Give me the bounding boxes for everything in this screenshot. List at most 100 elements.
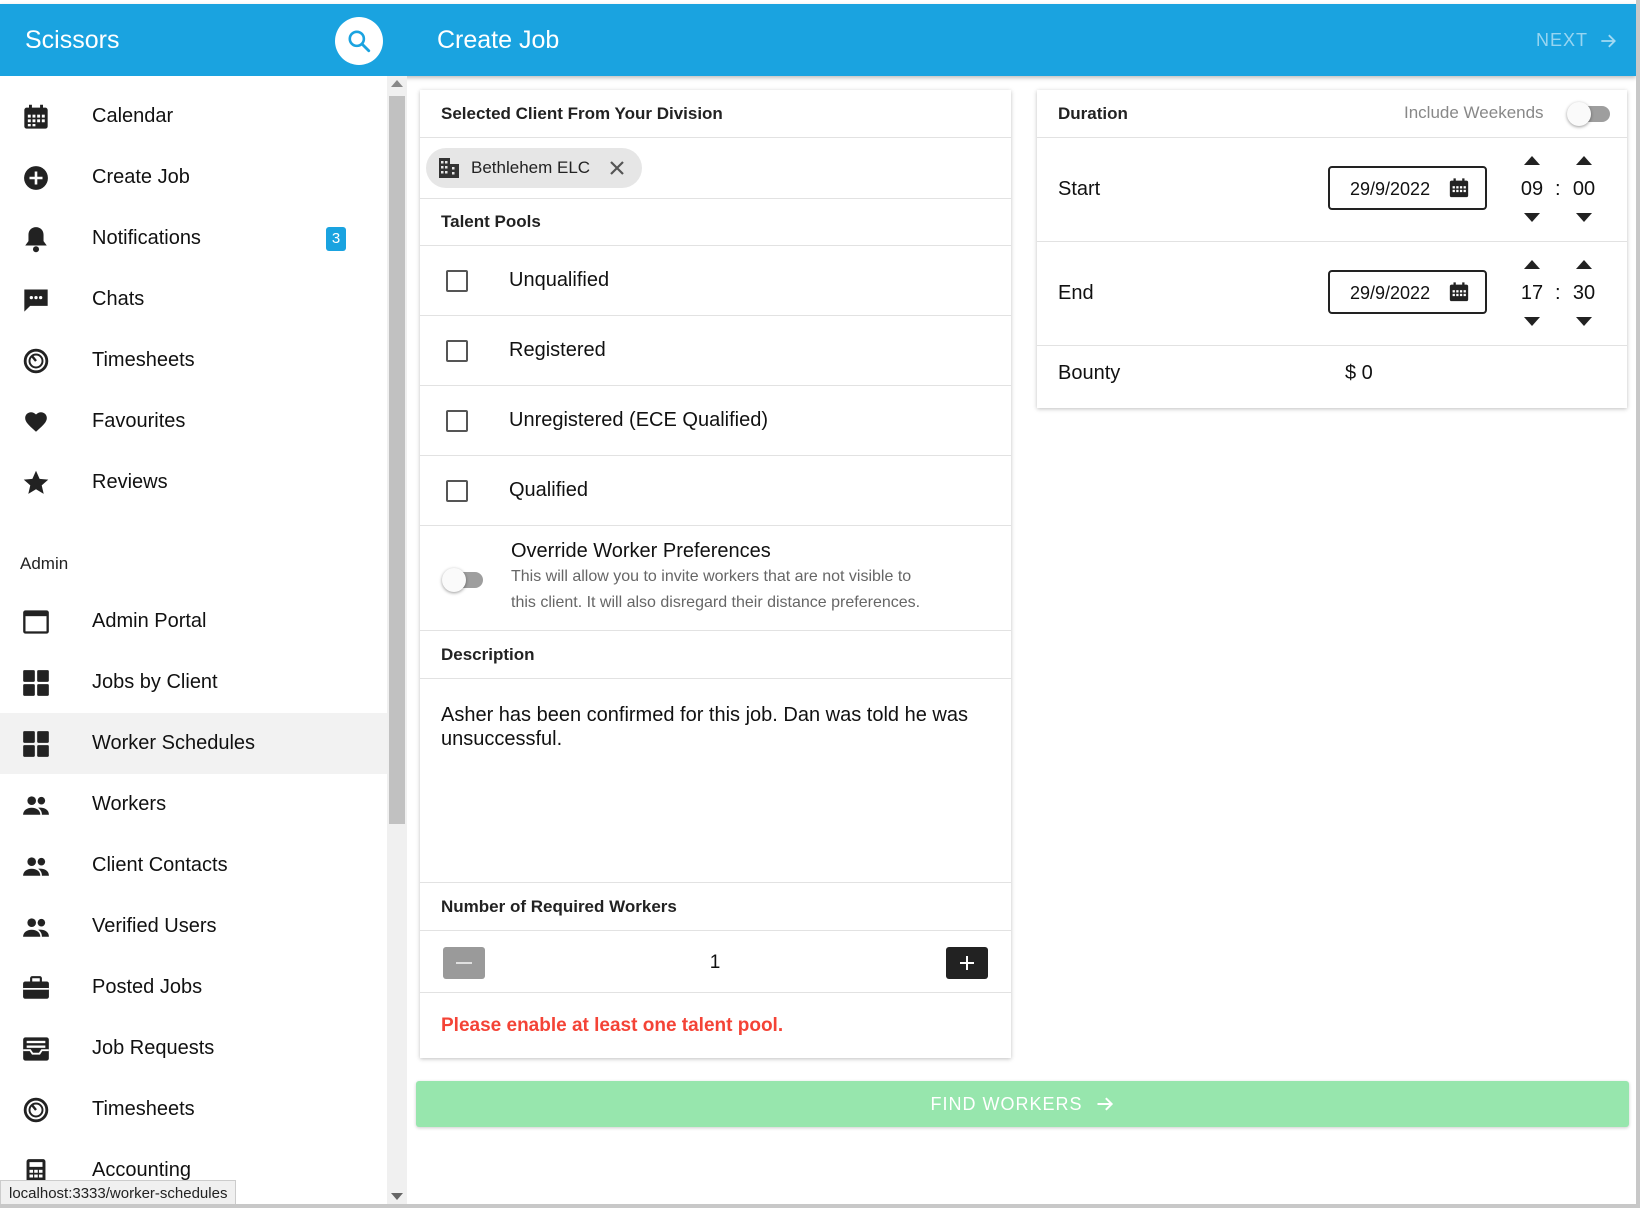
time-separator: : [1555,282,1561,304]
close-icon[interactable] [609,160,625,176]
end-hour[interactable]: 17 [1517,282,1547,305]
search-icon [348,30,371,53]
sidebar-item-job-requests[interactable]: Job Requests [0,1018,387,1079]
sidebar-item-verified-users[interactable]: Verified Users [0,896,387,957]
minus-icon [456,962,472,964]
heart-icon [22,408,50,436]
checkbox-registered[interactable] [446,340,468,362]
talent-pool-label: Unqualified [509,269,610,291]
sidebar-item-chats[interactable]: Chats [0,269,387,330]
end-min-down-icon[interactable] [1576,317,1592,326]
plus-icon [960,956,974,970]
client-chip-row: Bethlehem ELC [420,138,1011,199]
talent-pool-row[interactable]: Unregistered (ECE Qualified) [420,386,1011,456]
start-row: Start 29/9/2022 09 : 00 [1037,138,1627,242]
bounty-value[interactable]: $ 0 [1345,362,1373,385]
sidebar-item-label: Timesheets [92,349,195,371]
window-edge [1636,0,1640,1208]
building-icon [439,158,459,178]
talent-pool-row[interactable]: Qualified [420,456,1011,526]
scroll-down-icon[interactable] [391,1193,403,1200]
sidebar-item-label: Favourites [92,410,186,432]
sidebar-item-timesheets-admin[interactable]: Timesheets [0,1079,387,1140]
description-header-row: Description [420,631,1011,679]
timer-icon [22,347,50,375]
sidebar-item-label: Admin Portal [92,610,207,632]
start-minute[interactable]: 00 [1569,178,1599,201]
end-minute[interactable]: 30 [1569,282,1599,305]
start-hour-up-icon[interactable] [1524,156,1540,165]
end-row: End 29/9/2022 17 : 30 [1037,242,1627,346]
end-hour-down-icon[interactable] [1524,317,1540,326]
start-min-up-icon[interactable] [1576,156,1592,165]
override-desc-line-1: This will allow you to invite workers th… [511,568,912,585]
calendar-icon[interactable] [1448,177,1470,199]
start-hour-down-icon[interactable] [1524,213,1540,222]
override-toggle-knob[interactable] [442,568,466,592]
sidebar-item-workers[interactable]: Workers [0,774,387,835]
sidebar-item-worker-schedules[interactable]: Worker Schedules [0,713,387,774]
calendar-icon[interactable] [1448,281,1470,303]
search-button[interactable] [335,17,383,65]
sidebar-item-create-job[interactable]: Create Job [0,147,387,208]
next-button[interactable]: NEXT [1536,30,1618,51]
talent-pool-label: Qualified [509,479,588,501]
checkbox-unregistered[interactable] [446,410,468,432]
client-chip[interactable]: Bethlehem ELC [426,148,642,188]
sidebar-item-client-contacts[interactable]: Client Contacts [0,835,387,896]
checkbox-unqualified[interactable] [446,270,468,292]
sidebar-item-jobs-by-client[interactable]: Jobs by Client [0,652,387,713]
talent-pool-row[interactable]: Registered [420,316,1011,386]
star-icon [22,469,50,497]
start-date-field[interactable]: 29/9/2022 [1328,166,1487,210]
sidebar-item-label: Accounting [92,1159,191,1181]
sidebar-item-admin-portal[interactable]: Admin Portal [0,591,387,652]
sidebar-item-calendar[interactable]: Calendar [0,86,387,147]
bounty-label: Bounty [1058,362,1121,384]
add-circle-icon [22,164,50,192]
end-label: End [1058,282,1094,304]
sidebar-item-posted-jobs[interactable]: Posted Jobs [0,957,387,1018]
sidebar-item-label: Jobs by Client [92,671,218,693]
sidebar-item-reviews[interactable]: Reviews [0,452,387,513]
timer-icon [22,1096,50,1124]
sidebar-item-timesheets[interactable]: Timesheets [0,330,387,391]
increment-button[interactable] [946,947,988,979]
sidebar-item-notifications[interactable]: Notifications 3 [0,208,387,269]
start-hour[interactable]: 09 [1517,178,1547,201]
client-header-row: Selected Client From Your Division [420,90,1011,138]
include-weekends-toggle-knob[interactable] [1567,102,1591,126]
end-hour-up-icon[interactable] [1524,260,1540,269]
people-icon [22,913,50,941]
duration-card: Duration Include Weekends Start 29/9/202… [1037,90,1627,408]
end-date-field[interactable]: 29/9/2022 [1328,270,1487,314]
sidebar-item-favourites[interactable]: Favourites [0,391,387,452]
find-workers-label: FIND WORKERS [930,1093,1083,1114]
start-min-down-icon[interactable] [1576,213,1592,222]
sidebar-item-label: Calendar [92,105,174,127]
job-form-card: Selected Client From Your Division Bethl… [420,90,1011,1058]
override-desc-line-2: this client. It will also disregard thei… [511,594,921,611]
sidebar-item-label: Reviews [92,471,168,493]
briefcase-icon [22,974,50,1002]
decrement-button[interactable] [443,947,485,979]
people-icon [22,852,50,880]
sidebar-item-label: Job Requests [92,1037,215,1059]
talent-pool-label: Registered [509,339,606,361]
end-min-up-icon[interactable] [1576,260,1592,269]
include-weekends-label: Include Weekends [1404,103,1544,122]
talent-pools-header: Talent Pools [441,212,541,231]
people-icon [22,791,50,819]
sidebar: Calendar Create Job Notifications 3 Chat… [0,76,387,1204]
checkbox-qualified[interactable] [446,480,468,502]
override-title: Override Worker Preferences [511,540,771,562]
scroll-up-icon[interactable] [391,80,403,87]
description-text[interactable]: Asher has been confirmed for this job. D… [441,703,996,751]
client-header: Selected Client From Your Division [441,104,723,123]
description-header: Description [441,645,535,664]
talent-pool-label: Unregistered (ECE Qualified) [509,409,768,431]
end-date-value: 29/9/2022 [1350,283,1431,303]
find-workers-button[interactable]: FIND WORKERS [416,1081,1629,1127]
talent-pool-row[interactable]: Unqualified [420,246,1011,316]
sidebar-scrollbar-thumb[interactable] [389,96,405,824]
